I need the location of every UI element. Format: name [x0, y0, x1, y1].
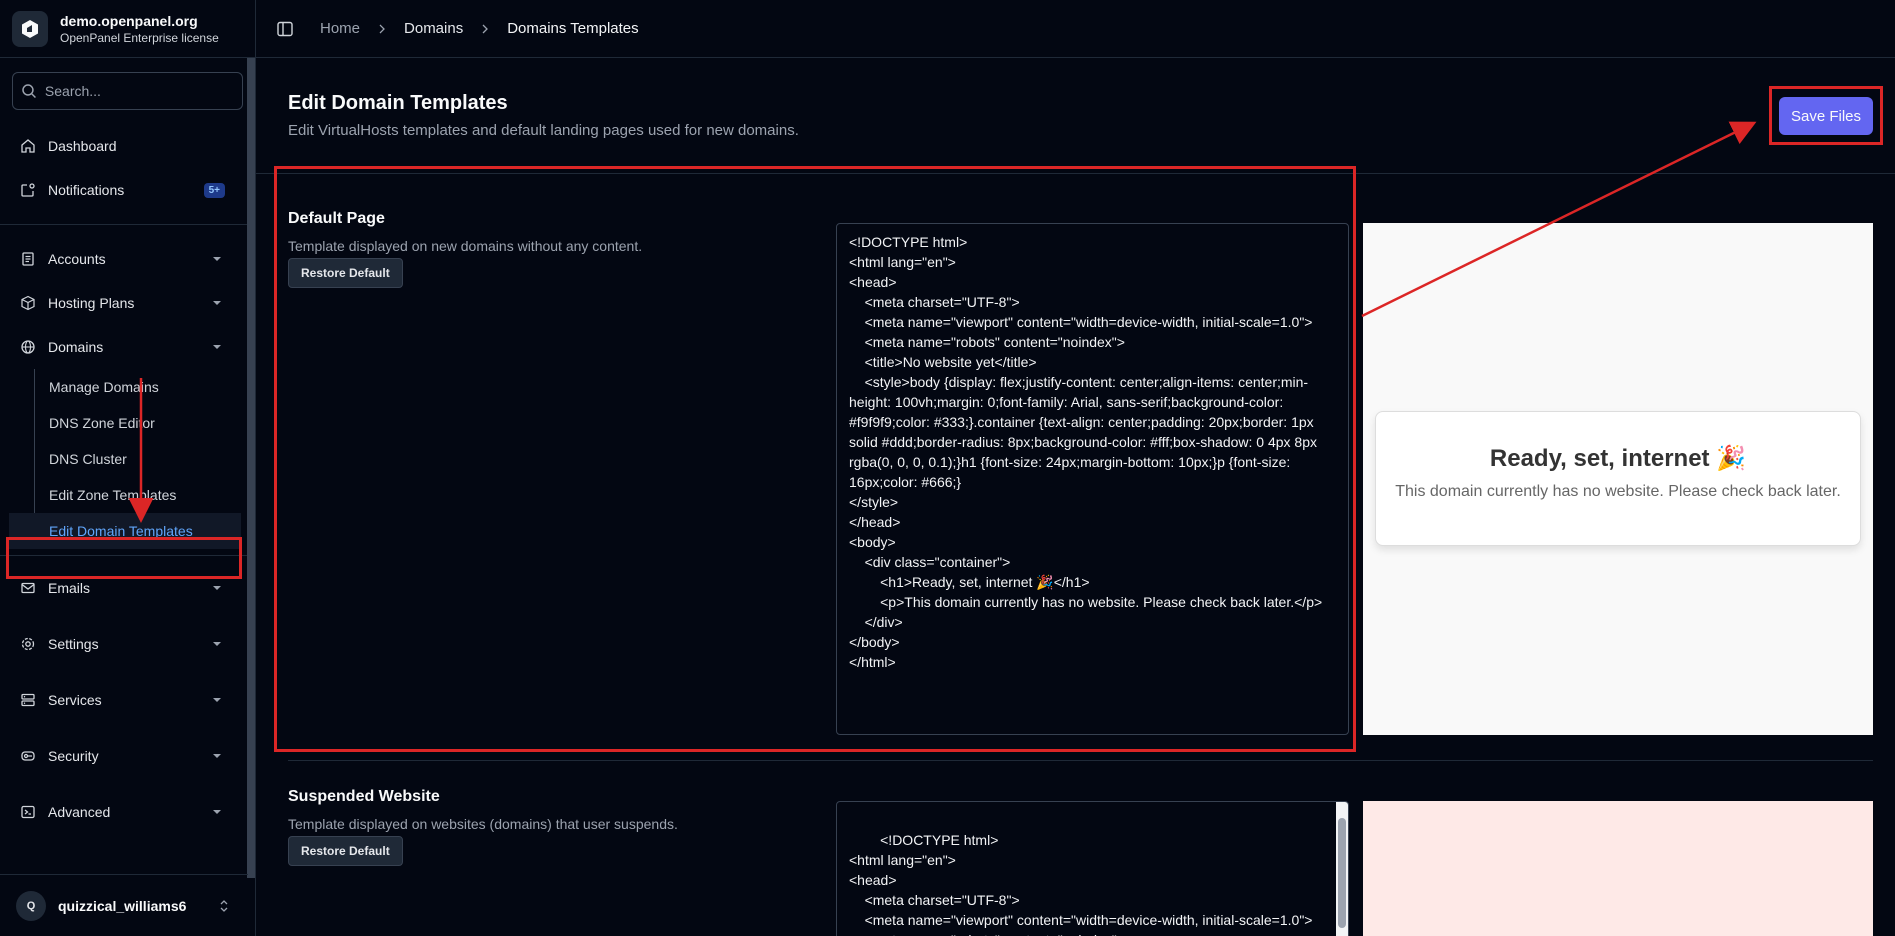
sidebar-item-label: Security: [48, 748, 99, 764]
code-scrollbar[interactable]: [1336, 802, 1348, 936]
preview-heading: Ready, set, internet 🎉: [1489, 445, 1747, 472]
breadcrumb-domains[interactable]: Domains: [404, 20, 463, 37]
search-icon: [22, 84, 36, 98]
gear-icon: [21, 637, 35, 651]
sidebar-toggle-icon[interactable]: [276, 20, 294, 38]
suspended-preview: [1363, 801, 1873, 936]
sidebar-item-notifications[interactable]: Notifications 5+: [0, 168, 255, 212]
restore-default-button[interactable]: Restore Default: [288, 836, 403, 866]
chevron-down-icon: [213, 257, 221, 261]
highlight-save-button: [1769, 86, 1883, 145]
search-box[interactable]: [12, 72, 243, 110]
brand-license: OpenPanel Enterprise license: [60, 30, 219, 45]
chevron-right-icon: [379, 24, 385, 33]
sidebar-item-settings[interactable]: Settings: [0, 616, 255, 672]
chevron-down-icon: [213, 586, 221, 590]
sidebar-scrollbar[interactable]: [247, 58, 255, 878]
notifications-icon: [21, 183, 35, 197]
sidebar-item-manage-domains[interactable]: Manage Domains: [35, 369, 255, 405]
breadcrumb: Home Domains Domains Templates: [320, 20, 639, 37]
topbar: Home Domains Domains Templates: [256, 0, 1895, 58]
default-page-preview: Ready, set, internet 🎉 This domain curre…: [1363, 223, 1873, 735]
sidebar-item-label: Domains: [48, 339, 104, 355]
sidebar-item-label: Services: [48, 692, 102, 708]
terminal-icon: [21, 805, 35, 819]
sidebar-item-advanced[interactable]: Advanced: [0, 784, 255, 840]
sidebar-item-dashboard[interactable]: Dashboard: [0, 124, 255, 168]
brand-name: demo.openpanel.org: [60, 12, 198, 29]
chevron-down-icon: [213, 754, 221, 758]
user-menu[interactable]: Q quizzical_williams6: [0, 874, 248, 936]
section-title: Suspended Website: [288, 788, 440, 805]
sidebar-item-edit-zone-templates[interactable]: Edit Zone Templates: [35, 477, 255, 513]
section-description: Template displayed on websites (domains)…: [288, 816, 678, 832]
preview-card: Ready, set, internet 🎉 This domain curre…: [1375, 411, 1861, 546]
mail-icon: [21, 582, 35, 594]
sidebar-item-label: Emails: [48, 580, 91, 596]
suspended-code-editor[interactable]: <!DOCTYPE html> <html lang="en"> <head> …: [836, 801, 1349, 936]
package-icon: [21, 295, 35, 311]
divider: [0, 224, 255, 225]
highlight-sidebar-item: [6, 537, 242, 579]
sidebar-item-label: Notifications: [48, 182, 125, 198]
code-content: <!DOCTYPE html> <html lang="en"> <head> …: [849, 832, 1313, 936]
chevron-down-icon: [213, 301, 221, 305]
globe-icon: [21, 340, 35, 354]
page-title: Edit Domain Templates: [288, 92, 508, 114]
page-subtitle: Edit VirtualHosts templates and default …: [288, 122, 799, 139]
chevrons-up-down-icon: [220, 899, 228, 912]
username: quizzical_williams6: [58, 897, 187, 914]
chevron-down-icon: [213, 345, 221, 349]
sidebar-item-label: Hosting Plans: [48, 295, 135, 311]
section-suspended-website: Suspended Website Template displayed on …: [256, 762, 1895, 936]
page-header: Edit Domain Templates Edit VirtualHosts …: [256, 58, 1895, 174]
chevron-right-icon: [482, 24, 489, 33]
openpanel-logo-icon: [12, 10, 48, 47]
highlight-default-page-section: [274, 166, 1356, 752]
notifications-badge: 5+: [203, 182, 225, 198]
chevron-down-icon: [213, 642, 221, 646]
security-icon: [21, 751, 35, 761]
home-icon: [21, 139, 35, 153]
sidebar: demo.openpanel.org OpenPanel Enterprise …: [0, 0, 256, 936]
preview-text: This domain currently has no website. Pl…: [1395, 483, 1841, 500]
divider: [288, 760, 1873, 761]
accounts-icon: [22, 252, 34, 266]
sidebar-item-dns-zone-editor[interactable]: DNS Zone Editor: [35, 405, 255, 441]
sidebar-item-domains[interactable]: Domains: [0, 325, 255, 369]
sidebar-item-label: Accounts: [48, 251, 106, 267]
sidebar-item-dns-cluster[interactable]: DNS Cluster: [35, 441, 255, 477]
domains-subnav: Manage Domains DNS Zone Editor DNS Clust…: [9, 369, 255, 549]
brand[interactable]: demo.openpanel.org OpenPanel Enterprise …: [0, 0, 255, 58]
sidebar-item-hosting-plans[interactable]: Hosting Plans: [0, 281, 255, 325]
chevron-down-icon: [213, 698, 221, 702]
avatar: Q: [16, 890, 46, 921]
sidebar-item-services[interactable]: Services: [0, 672, 255, 728]
breadcrumb-current: Domains Templates: [507, 20, 639, 37]
sidebar-item-label: Settings: [48, 636, 99, 652]
sidebar-item-security[interactable]: Security: [0, 728, 255, 784]
server-icon: [21, 693, 35, 707]
breadcrumb-home[interactable]: Home: [320, 20, 360, 37]
sidebar-item-label: Advanced: [48, 804, 111, 820]
search-input[interactable]: [44, 83, 234, 99]
sidebar-item-label: Dashboard: [48, 138, 117, 154]
main-content: Home Domains Domains Templates Edit Doma…: [256, 0, 1895, 936]
sidebar-item-accounts[interactable]: Accounts: [0, 237, 255, 281]
chevron-down-icon: [213, 810, 221, 814]
